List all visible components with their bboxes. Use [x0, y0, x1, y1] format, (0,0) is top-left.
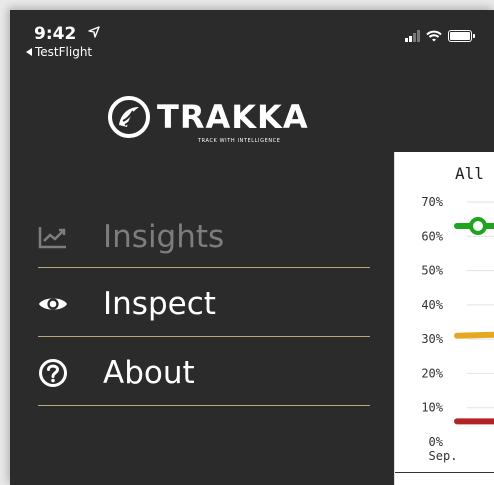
chart-panel[interactable]: All I 70%60%50%40%30%20%10%0%Sep.: [394, 152, 494, 485]
cellular-signal-icon: [405, 30, 420, 42]
phone-screen: 9:42 TestFlight TRAKKA TRACK WITH INTELL…: [10, 10, 494, 485]
y-tick-label: 50%: [421, 264, 443, 278]
chart-line-icon: [38, 222, 68, 252]
app-logo: TRAKKA: [107, 95, 309, 139]
location-arrow-icon: [88, 26, 100, 38]
panel-divider: [395, 472, 494, 473]
logo-tagline: TRACK WITH INTELLIGENCE: [198, 138, 281, 144]
y-tick-label: 30%: [421, 332, 443, 346]
x-tick-label: Sep.: [429, 449, 458, 463]
menu-item-insights[interactable]: Insights: [38, 206, 370, 268]
y-tick-label: 60%: [421, 229, 443, 243]
y-tick-label: 70%: [421, 195, 443, 209]
battery-icon: [448, 30, 475, 42]
status-time: 9:42: [34, 24, 77, 44]
eye-icon: [38, 289, 68, 319]
y-tick-label: 20%: [421, 366, 443, 380]
y-tick-label: 0%: [429, 435, 444, 449]
menu-label-insights: Insights: [103, 218, 225, 255]
back-label: TestFlight: [35, 45, 93, 59]
series-point[interactable]: [469, 217, 487, 235]
menu-item-inspect[interactable]: Inspect: [38, 272, 370, 337]
trakka-logo-icon: [108, 96, 150, 138]
y-tick-label: 10%: [421, 401, 443, 415]
side-menu: Insights Inspect About: [38, 206, 370, 410]
logo-name: TRAKKA: [157, 98, 309, 136]
menu-item-about[interactable]: About: [38, 341, 370, 406]
back-to-testflight[interactable]: TestFlight: [26, 45, 92, 59]
chart: 70% 60% 50% 40% 30% 20% 10% 0%Sep.: [421, 195, 494, 463]
status-indicators: [405, 30, 475, 42]
y-tick-label: 40%: [421, 298, 443, 312]
series-line: [454, 331, 494, 339]
back-arrow-icon: [26, 48, 32, 56]
wifi-icon: [426, 30, 442, 42]
menu-label-about: About: [103, 355, 195, 391]
menu-label-inspect: Inspect: [103, 286, 216, 322]
question-circle-icon: [38, 358, 68, 388]
